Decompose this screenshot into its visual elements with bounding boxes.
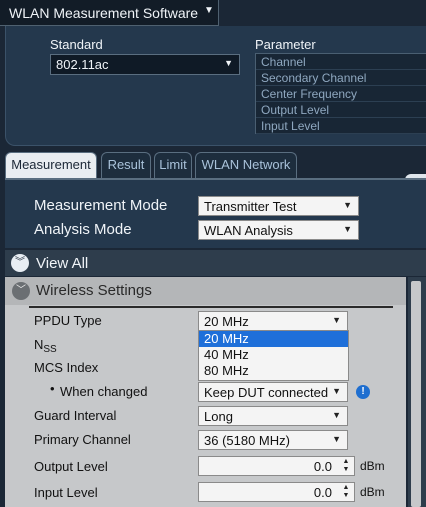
primary-channel-label: Primary Channel <box>34 432 131 447</box>
standard-label: Standard <box>50 37 103 52</box>
parameter-item: Output Level <box>256 102 426 118</box>
parameter-label: Parameter <box>255 37 316 52</box>
app-menu[interactable]: WLAN Measurement Software ▼ <box>0 0 219 26</box>
chevron-down-icon: ▼ <box>332 315 341 325</box>
bullet-icon: • <box>50 381 55 396</box>
info-icon[interactable]: ! <box>356 385 370 399</box>
wireless-settings-header[interactable]: ﹀ Wireless Settings <box>5 277 406 305</box>
standard-select[interactable]: 802.11ac ▼ <box>50 54 240 75</box>
spinner-icon[interactable]: ▲ ▼ <box>341 484 351 500</box>
parameter-item: Secondary Channel <box>256 70 426 86</box>
analysis-mode-value: WLAN Analysis <box>204 223 293 238</box>
ppdu-type-value: 20 MHz <box>204 314 249 329</box>
parameter-list: Channel Secondary Channel Center Frequen… <box>255 53 426 134</box>
guard-interval-label: Guard Interval <box>34 408 117 423</box>
guard-interval-select[interactable]: Long ▼ <box>198 406 348 426</box>
primary-channel-value: 36 (5180 MHz) <box>204 433 290 448</box>
chevron-down-icon: ﹀ <box>12 282 30 300</box>
input-level-field[interactable]: 0.0 ▲ ▼ <box>198 482 355 502</box>
chevron-down-icon[interactable]: ▼ <box>204 5 214 16</box>
measurement-mode-value: Transmitter Test <box>204 199 297 214</box>
ppdu-type-dropdown-list: 20 MHz 40 MHz 80 MHz <box>198 330 349 381</box>
analysis-mode-label: Analysis Mode <box>34 221 132 238</box>
wireless-settings-label: Wireless Settings <box>36 282 152 299</box>
tab-result[interactable]: Result <box>101 152 151 178</box>
scrollbar[interactable] <box>408 277 426 507</box>
view-all-bar[interactable]: ︾ View All <box>5 250 426 276</box>
dropdown-option[interactable]: 40 MHz <box>199 347 348 363</box>
input-level-unit: dBm <box>360 485 385 499</box>
when-changed-label: When changed <box>60 384 148 399</box>
mcs-index-label: MCS Index <box>34 360 99 375</box>
primary-channel-select[interactable]: 36 (5180 MHz) ▼ <box>198 430 348 450</box>
tab-limit[interactable]: Limit <box>154 152 192 178</box>
spinner-icon[interactable]: ▲ ▼ <box>341 458 351 474</box>
dropdown-option[interactable]: 20 MHz <box>199 331 348 347</box>
chevron-down-icon: ▼ <box>332 410 341 420</box>
chevron-down-icon: ▼ <box>343 200 352 210</box>
parameter-item: Input Level <box>256 118 426 134</box>
nss-label: NSS <box>34 337 57 355</box>
output-level-unit: dBm <box>360 459 385 473</box>
view-all-label: View All <box>36 255 89 272</box>
chevron-down-icon: ▼ <box>343 224 352 234</box>
analysis-mode-select[interactable]: WLAN Analysis ▼ <box>198 220 359 240</box>
mode-area: Measurement Mode Transmitter Test ▼ Anal… <box>5 178 426 248</box>
tab-measurement[interactable]: Measurement <box>5 152 97 178</box>
measurement-mode-select[interactable]: Transmitter Test ▼ <box>198 196 359 216</box>
scrollbar-thumb[interactable] <box>411 281 421 507</box>
chevron-down-icon: ▼ <box>332 434 341 444</box>
divider <box>29 306 393 308</box>
parameter-item: Center Frequency <box>256 86 426 102</box>
when-changed-select[interactable]: Keep DUT connected ▼ <box>198 382 348 402</box>
parameter-item: Channel <box>256 54 426 70</box>
input-level-label: Input Level <box>34 485 98 500</box>
input-level-value: 0.0 <box>313 485 332 500</box>
output-level-label: Output Level <box>34 459 108 474</box>
ppdu-type-label: PPDU Type <box>34 313 102 328</box>
measurement-mode-label: Measurement Mode <box>34 197 168 214</box>
settings-panel: ﹀ Wireless Settings PPDU Type 20 MHz ▼ N… <box>5 277 406 507</box>
guard-interval-value: Long <box>204 409 233 424</box>
output-level-value: 0.0 <box>313 459 332 474</box>
when-changed-value: Keep DUT connected <box>204 385 329 400</box>
double-chevron-down-icon: ︾ <box>11 254 29 272</box>
dropdown-option[interactable]: 80 MHz <box>199 363 348 379</box>
chevron-down-icon: ▼ <box>224 58 233 68</box>
app-title: WLAN Measurement Software <box>9 5 199 21</box>
output-level-field[interactable]: 0.0 ▲ ▼ <box>198 456 355 476</box>
tab-wlan-network[interactable]: WLAN Network <box>195 152 297 178</box>
chevron-down-icon: ▼ <box>332 386 341 396</box>
ppdu-type-select[interactable]: 20 MHz ▼ <box>198 311 348 331</box>
standard-value: 802.11ac <box>56 57 109 72</box>
